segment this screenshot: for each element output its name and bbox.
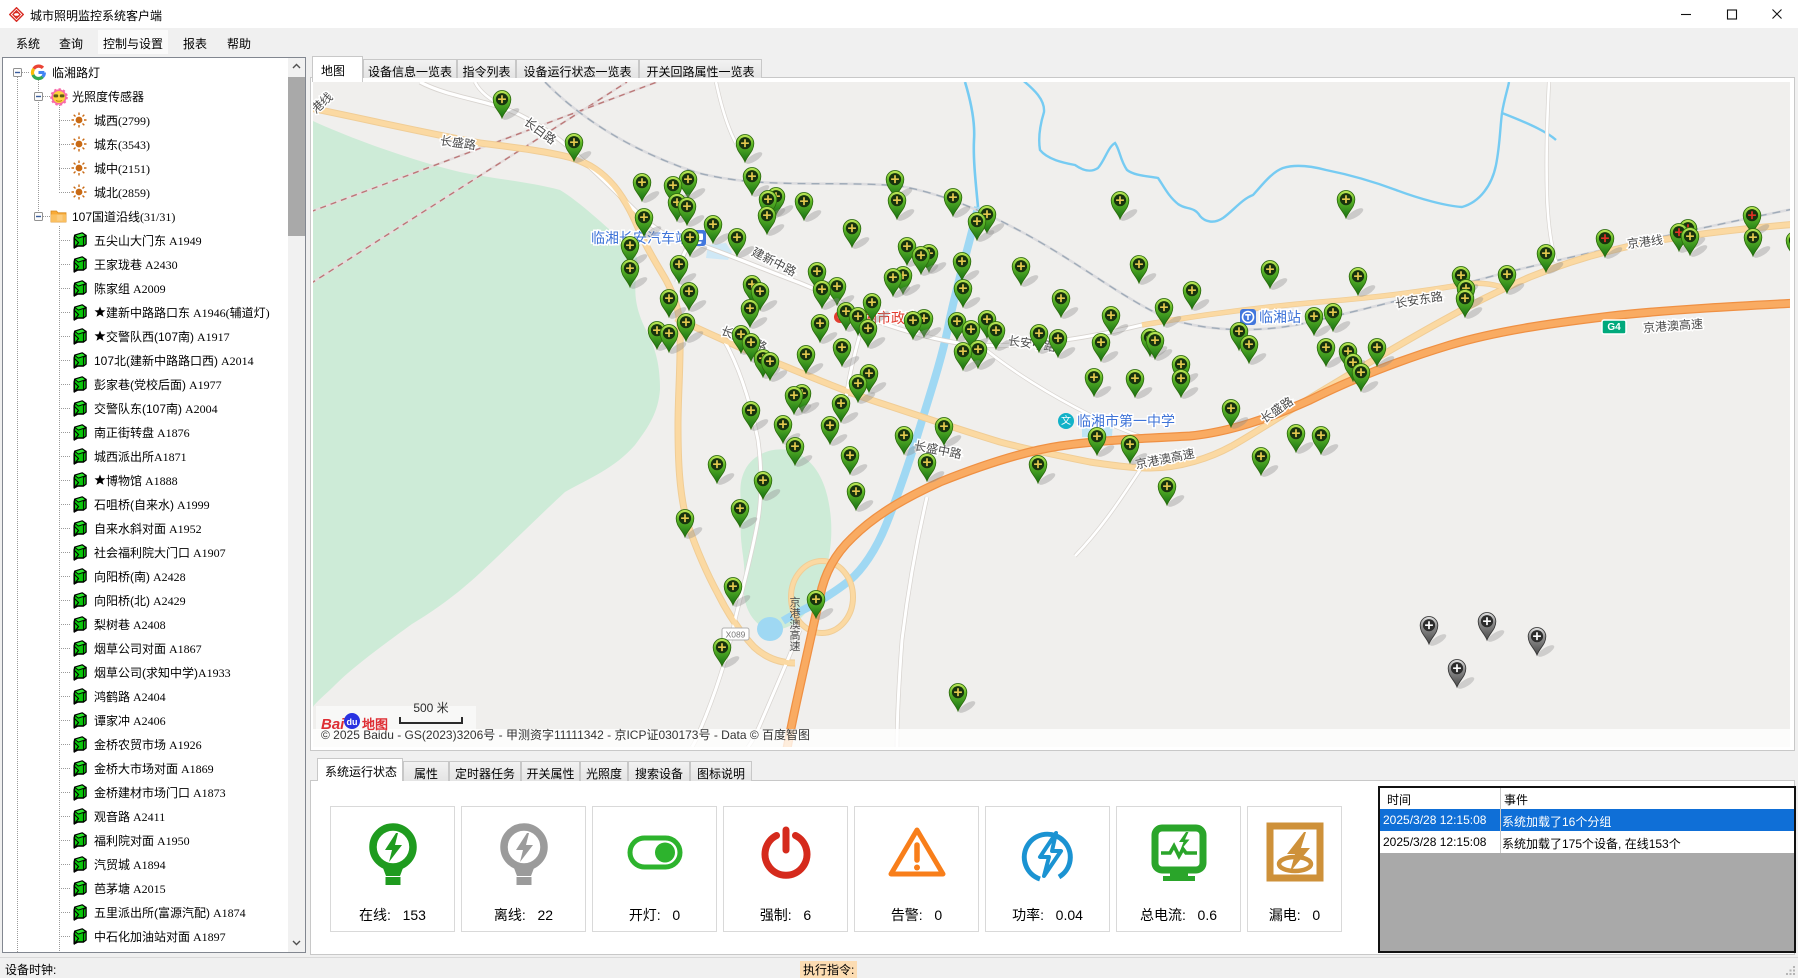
svg-text:京港澳高速: 京港澳高速 [788, 595, 801, 651]
svg-text:500 米: 500 米 [413, 701, 448, 715]
svg-text:X089: X089 [726, 630, 746, 640]
svg-text:临湘市第一中学: 临湘市第一中学 [1077, 413, 1175, 429]
svg-text:临湘长安汽车站: 临湘长安汽车站 [591, 230, 689, 246]
svg-text:临湘站: 临湘站 [1259, 309, 1301, 325]
svg-text:G4: G4 [1607, 322, 1621, 333]
svg-text:© 2025 Baidu - GS(2023)3206号 -: © 2025 Baidu - GS(2023)3206号 - 甲测资字11111… [321, 727, 810, 742]
svg-text:du: du [347, 717, 358, 727]
svg-text:文: 文 [1061, 414, 1071, 427]
